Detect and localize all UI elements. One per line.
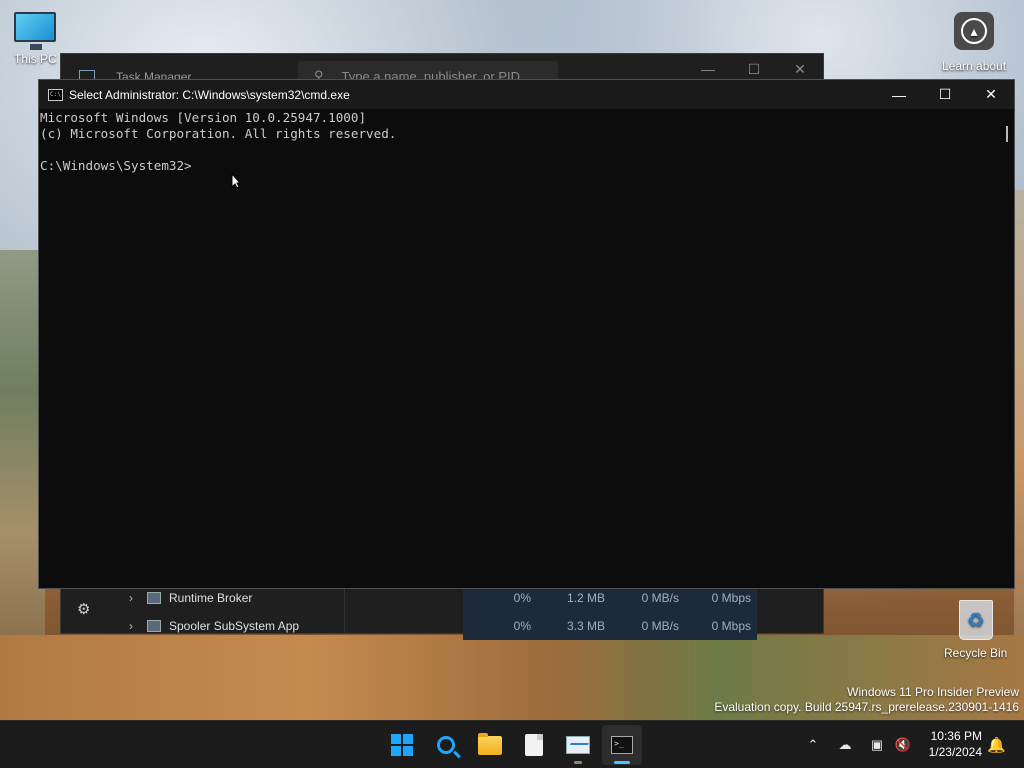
scrollbar-thumb[interactable] (1006, 126, 1008, 142)
disk-cell: 0 MB/s (641, 619, 679, 633)
watermark-line: Windows 11 Pro Insider Preview (847, 685, 1019, 699)
taskbar-search-button[interactable] (426, 725, 466, 765)
taskbar-notepad[interactable] (514, 725, 554, 765)
start-button[interactable] (382, 725, 422, 765)
memory-cell: 3.3 MB (566, 619, 605, 633)
desktop-icon-label: This PC (14, 52, 57, 66)
taskbar-clock[interactable]: 10:36 PM 1/23/2024 (929, 728, 982, 760)
console-prompt: C:\Windows\System32> (40, 158, 192, 173)
process-name: Runtime Broker (169, 591, 253, 605)
terminal-icon: >_ (611, 736, 633, 754)
onedrive-icon[interactable]: ☁ (836, 736, 854, 754)
desktop-icon-learn-about[interactable]: ▴ Learn about (942, 12, 1006, 73)
console-line: Microsoft Windows [Version 10.0.25947.10… (40, 110, 367, 125)
cmd-console-output[interactable]: Microsoft Windows [Version 10.0.25947.10… (39, 109, 1014, 588)
clock-date: 1/23/2024 (928, 745, 982, 759)
notepad-icon (525, 734, 543, 756)
desktop-icon-label: Learn about (942, 59, 1007, 73)
monitor-icon (14, 12, 57, 50)
process-name: Spooler SubSystem App (169, 619, 300, 633)
cmd-app-icon: C:\ (48, 89, 63, 101)
cmd-window-title: Select Administrator: C:\Windows\system3… (69, 88, 350, 102)
windows-logo-icon (391, 734, 413, 756)
desktop-icon-this-pc[interactable]: This PC (14, 12, 57, 66)
watermark-line: Evaluation copy. Build 25947.rs_prerelea… (714, 700, 1019, 714)
mouse-pointer-icon (231, 173, 241, 189)
running-indicator (574, 761, 582, 764)
cpu-cell: 0% (513, 619, 531, 633)
active-indicator (614, 761, 630, 764)
evaluation-watermark: Windows 11 Pro Insider Preview Evaluatio… (714, 685, 1019, 715)
learn-about-icon: ▴ (954, 12, 995, 50)
taskbar-terminal[interactable]: >_ (602, 725, 642, 765)
taskbar: >_ ⌃ ☁ ▣ 🔇 10:36 PM 1/23/2024 🔔 (0, 720, 1024, 768)
chevron-right-icon[interactable]: › (129, 591, 133, 605)
minimize-button[interactable]: — (876, 80, 922, 109)
taskbar-file-explorer[interactable] (470, 725, 510, 765)
task-manager-icon (566, 736, 590, 754)
folder-icon (478, 732, 502, 755)
console-line: (c) Microsoft Corporation. All rights re… (40, 126, 397, 141)
volume-muted-icon[interactable]: 🔇 (894, 736, 912, 754)
maximize-button[interactable]: ☐ (922, 80, 968, 109)
desktop-icon-recycle-bin[interactable]: ♻ Recycle Bin (944, 600, 1007, 660)
desktop-icon-label: Recycle Bin (944, 646, 1008, 660)
cmd-titlebar[interactable]: C:\ Select Administrator: C:\Windows\sys… (39, 80, 1014, 109)
network-icon[interactable]: ▣ (868, 736, 886, 754)
process-row[interactable]: › Spooler SubSystem App 0% 3.3 MB 0 MB/s… (61, 612, 823, 640)
notification-bell-icon[interactable]: 🔔 (987, 736, 1006, 754)
printer-icon (147, 620, 161, 632)
network-cell: 0 Mbps (711, 619, 751, 633)
close-button[interactable]: ✕ (968, 80, 1014, 109)
clock-time: 10:36 PM (930, 729, 982, 743)
search-icon (437, 736, 455, 754)
chevron-right-icon[interactable]: › (129, 619, 133, 633)
taskbar-task-manager[interactable] (558, 725, 598, 765)
cmd-window[interactable]: C:\ Select Administrator: C:\Windows\sys… (38, 79, 1015, 589)
process-icon (147, 592, 161, 604)
recycle-bin-icon: ♻ (958, 600, 993, 640)
chevron-up-icon[interactable]: ⌃ (804, 736, 822, 754)
